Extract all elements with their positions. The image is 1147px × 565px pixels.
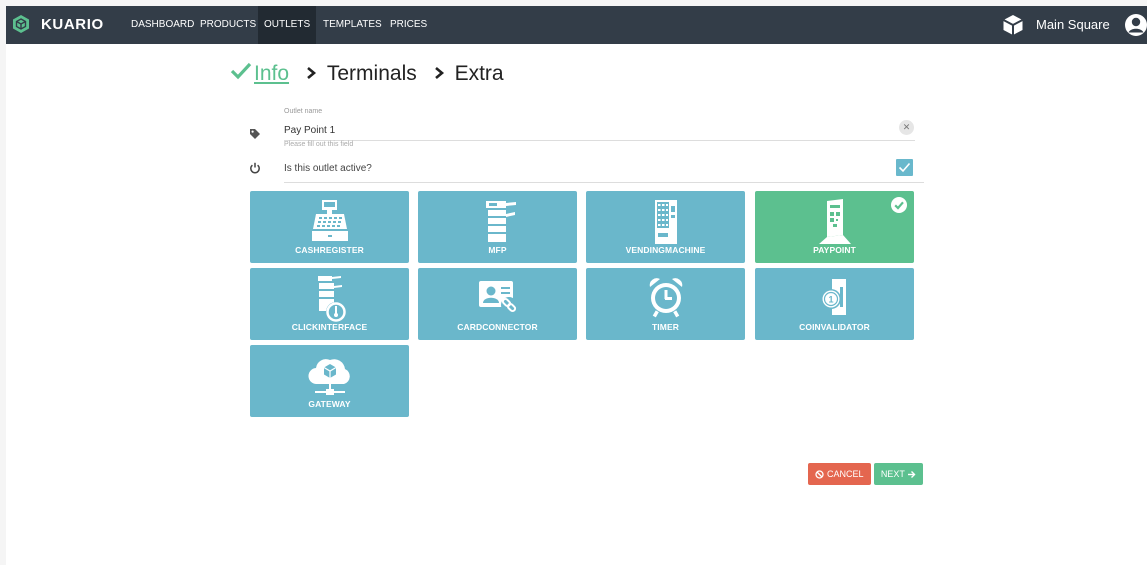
coin-validator-icon: 1 — [820, 279, 846, 315]
tag-icon — [250, 129, 260, 139]
nav-dashboard[interactable]: DASHBOARD — [125, 6, 200, 44]
clear-input-icon[interactable]: ✕ — [899, 120, 914, 135]
step-info[interactable]: Info — [254, 62, 289, 86]
vending-machine-icon — [654, 200, 677, 244]
divider — [284, 182, 924, 183]
cancel-button[interactable]: CANCEL — [808, 463, 871, 485]
cancel-label: CANCEL — [827, 469, 864, 479]
terminal-tile-timer[interactable]: TIMER — [586, 268, 745, 340]
terminal-tile-paypoint[interactable]: PAYPOINT — [755, 191, 914, 263]
user-icon[interactable] — [1124, 13, 1147, 37]
next-button[interactable]: NEXT — [874, 463, 923, 485]
next-label: NEXT — [880, 469, 905, 479]
terminal-tile-cardconnector[interactable]: CARDCONNECTOR — [418, 268, 577, 340]
paypoint-icon — [818, 199, 851, 244]
terminal-tile-gateway[interactable]: GATEWAY — [250, 345, 409, 417]
nav-templates[interactable]: TEMPLATES — [317, 6, 388, 44]
terminal-tile-mfp[interactable]: MFP — [418, 191, 577, 263]
nav-prices[interactable]: PRICES — [384, 6, 433, 44]
chevron-right-icon — [423, 62, 455, 86]
tile-label: TIMER — [652, 322, 679, 332]
kuario-cube-icon[interactable] — [11, 14, 31, 34]
outlet-active-label: Is this outlet active? — [284, 163, 372, 174]
outlet-name-input[interactable] — [284, 120, 915, 141]
terminal-tile-vendingmachine[interactable]: VENDINGMACHINE — [586, 191, 745, 263]
click-interface-icon — [317, 276, 346, 322]
alarm-clock-icon — [649, 278, 682, 318]
selected-check-icon — [891, 197, 907, 213]
card-connector-icon — [478, 281, 517, 313]
terminal-tile-cashregister[interactable]: CASHREGISTER — [250, 191, 409, 263]
cloud-gateway-icon — [307, 359, 350, 395]
terminal-tile-clickinterface[interactable]: CLICKINTERFACE — [250, 268, 409, 340]
tile-label: PAYPOINT — [813, 245, 856, 255]
step-terminals: Terminals — [326, 62, 417, 86]
store-name[interactable]: Main Square — [1036, 17, 1110, 32]
outlet-active-checkbox[interactable] — [896, 159, 913, 176]
brand-name[interactable]: KUARIO — [41, 16, 104, 33]
app-frame: KUARIO DASHBOARD PRODUCTS OUTLETS TEMPLA… — [6, 6, 1147, 565]
cube-icon[interactable] — [1002, 14, 1024, 36]
nav-products[interactable]: PRODUCTS — [194, 6, 262, 44]
step-extra: Extra — [454, 62, 504, 86]
tile-label: CARDCONNECTOR — [457, 322, 538, 332]
check-icon — [230, 62, 254, 86]
outlet-name-label: Outlet name — [284, 108, 323, 115]
ban-icon — [815, 470, 825, 479]
tile-label: VENDINGMACHINE — [625, 245, 706, 255]
printer-icon — [485, 201, 516, 242]
field-hint: Please fill out this field — [284, 141, 354, 148]
tile-label: GATEWAY — [308, 399, 351, 409]
nav-outlets[interactable]: OUTLETS — [258, 6, 317, 44]
arrow-right-icon — [908, 471, 916, 478]
terminal-tile-coinvalidator[interactable]: 1 COINVALIDATOR — [755, 268, 914, 340]
tile-label: CASHREGISTER — [295, 245, 364, 255]
cash-register-icon — [311, 200, 348, 241]
top-navbar: KUARIO DASHBOARD PRODUCTS OUTLETS TEMPLA… — [6, 6, 1147, 44]
tile-label: MFP — [488, 245, 507, 255]
power-icon — [250, 162, 260, 174]
chevron-right-icon — [295, 62, 327, 86]
tile-label: CLICKINTERFACE — [291, 322, 368, 332]
tile-label: COINVALIDATOR — [799, 322, 870, 332]
wizard-steps: Info Terminals Extra — [230, 62, 504, 92]
svg-text:1: 1 — [828, 295, 833, 305]
